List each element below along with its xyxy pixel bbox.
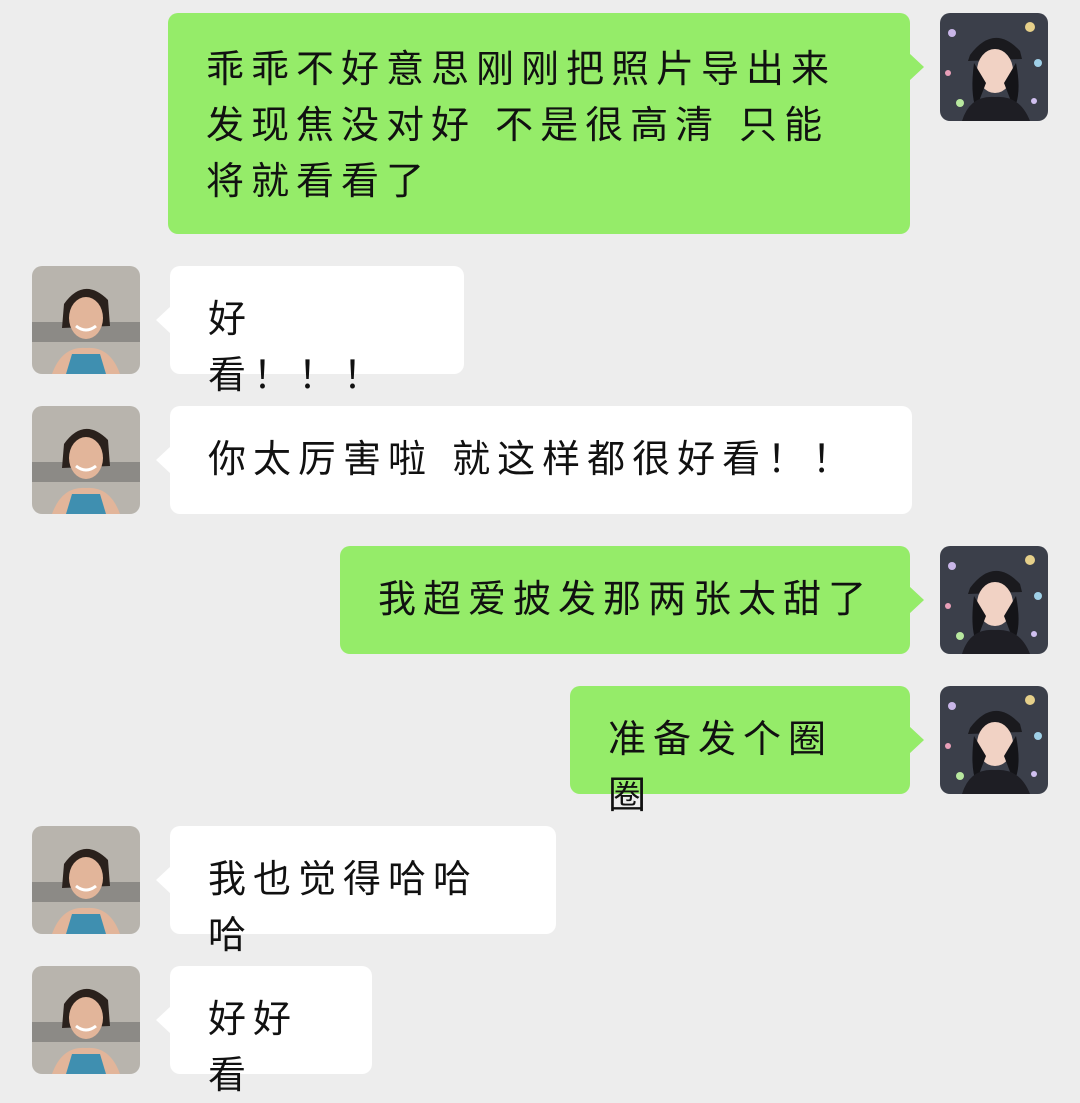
message-bubble-received[interactable]: 你太厉害啦 就这样都很好看！！: [156, 406, 912, 514]
avatar-contact-photo: [32, 966, 140, 1074]
message-text: 好看！！！: [208, 297, 389, 397]
message-bubble-received[interactable]: 好好看: [156, 966, 372, 1097]
message-bubble-received[interactable]: 我也觉得哈哈哈: [156, 826, 556, 957]
chat-conversation: 乖乖不好意思刚刚把照片导出来发现焦没对好 不是很高清 只能将就看看了 好看！！！: [0, 0, 1080, 1097]
avatar-contact[interactable]: [32, 826, 140, 934]
avatar-contact-photo: [32, 826, 140, 934]
message-text: 我也觉得哈哈哈: [208, 857, 479, 957]
avatar-self[interactable]: [940, 686, 1048, 794]
message-bubble-sent[interactable]: 我超爱披发那两张太甜了: [340, 546, 924, 654]
avatar-self-photo: [940, 13, 1048, 121]
message-text: 好好看: [208, 997, 299, 1097]
avatar-contact[interactable]: [32, 966, 140, 1074]
message-bubble-received[interactable]: 好看！！！: [156, 266, 464, 397]
message-bubble-sent[interactable]: 准备发个圈圈: [570, 686, 924, 817]
avatar-self[interactable]: [940, 546, 1048, 654]
avatar-self-photo: [940, 546, 1048, 654]
avatar-contact-photo: [32, 406, 140, 514]
message-text: 乖乖不好意思刚刚把照片导出来发现焦没对好 不是很高清 只能将就看看了: [206, 47, 837, 203]
avatar-self[interactable]: [940, 13, 1048, 121]
message-text: 准备发个圈圈: [608, 717, 834, 817]
avatar-contact[interactable]: [32, 266, 140, 374]
avatar-contact-photo: [32, 266, 140, 374]
message-bubble-sent[interactable]: 乖乖不好意思刚刚把照片导出来发现焦没对好 不是很高清 只能将就看看了: [168, 13, 924, 234]
message-text: 你太厉害啦 就这样都很好看！！: [208, 437, 858, 481]
avatar-self-photo: [940, 686, 1048, 794]
avatar-contact[interactable]: [32, 406, 140, 514]
message-text: 我超爱披发那两张太甜了: [378, 577, 874, 621]
